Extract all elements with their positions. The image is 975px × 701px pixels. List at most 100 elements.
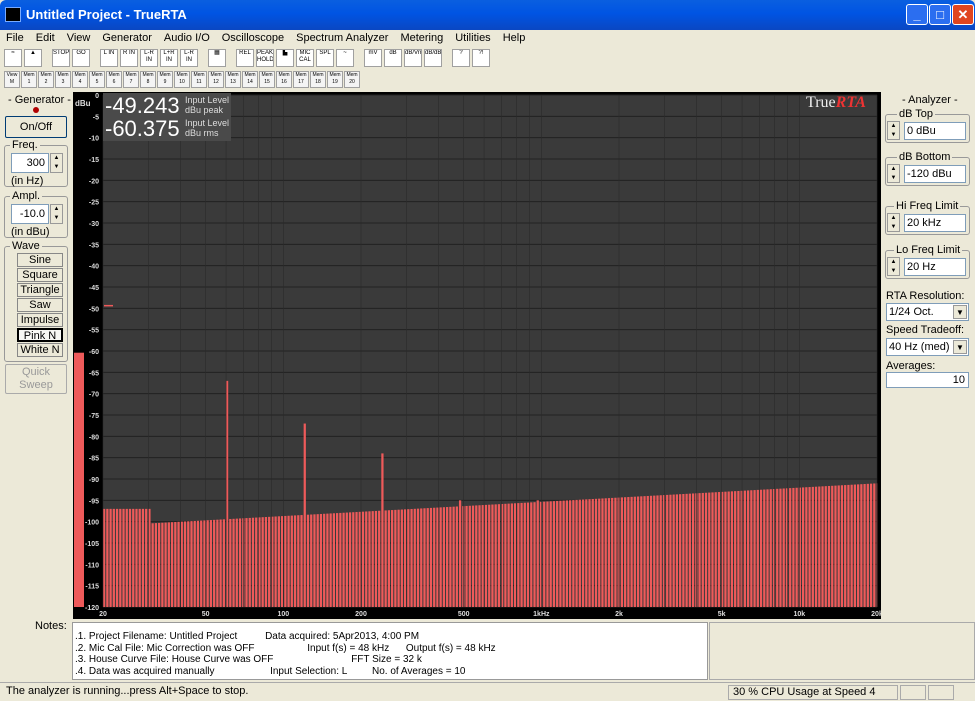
- close-button[interactable]: ✕: [952, 4, 974, 25]
- memory-button[interactable]: Mem 12: [208, 71, 224, 88]
- memory-button[interactable]: Mem 11: [191, 71, 207, 88]
- menu-view[interactable]: View: [61, 30, 97, 48]
- toolbar-button[interactable]: PEAK HOLD: [256, 49, 274, 67]
- x-tick-label: 200: [355, 611, 367, 618]
- spectrum-bar: [782, 488, 785, 607]
- quick-sweep-button[interactable]: Quick Sweep: [5, 364, 67, 394]
- toolbar-button[interactable]: L-R IN: [180, 49, 198, 67]
- toolbar-button[interactable]: ?!: [472, 49, 490, 67]
- memory-button[interactable]: Mem 20: [344, 71, 360, 88]
- wave-impulse-button[interactable]: Impulse: [17, 313, 63, 327]
- chevron-down-icon[interactable]: ▼: [953, 340, 967, 354]
- wave-triangle-button[interactable]: Triangle: [17, 283, 63, 297]
- speed-tradeoff-select[interactable]: 40 Hz (med) ▼: [886, 338, 969, 356]
- toolbar-button[interactable]: R IN: [120, 49, 138, 67]
- memory-button[interactable]: Mem 13: [225, 71, 241, 88]
- memory-button[interactable]: Mem 16: [276, 71, 292, 88]
- db-top-field[interactable]: 0 dBu: [904, 122, 966, 140]
- toolbar-button[interactable]: dB: [384, 49, 402, 67]
- toolbar-button[interactable]: L+R IN: [160, 49, 178, 67]
- wave-pink-noise-button[interactable]: Pink N: [17, 328, 63, 342]
- db-bottom-field[interactable]: -120 dBu: [904, 165, 966, 183]
- menu-file[interactable]: File: [0, 30, 30, 48]
- spectrum-bar: [737, 490, 740, 607]
- hi-freq-field[interactable]: 20 kHz: [904, 214, 966, 232]
- toolbar-button[interactable]: L IN: [100, 49, 118, 67]
- memory-button[interactable]: Mem 5: [89, 71, 105, 88]
- spectrum-bar: [611, 497, 614, 607]
- memory-button[interactable]: Mem 14: [242, 71, 258, 88]
- spectrum-bar: [342, 512, 345, 607]
- maximize-button[interactable]: □: [929, 4, 951, 25]
- memory-button[interactable]: Mem 7: [123, 71, 139, 88]
- toolbar-button[interactable]: ▦: [208, 49, 226, 67]
- spectrum-bar: [484, 504, 488, 607]
- toolbar-button[interactable]: REL: [236, 49, 254, 67]
- memory-button[interactable]: Mem 15: [259, 71, 275, 88]
- menu-audio-io[interactable]: Audio I/O: [158, 30, 216, 48]
- toolbar-button[interactable]: mV: [364, 49, 382, 67]
- spectrum-bar: [358, 511, 361, 607]
- toolbar-button[interactable]: GO: [72, 49, 90, 67]
- ampl-input[interactable]: -10.0: [11, 204, 49, 224]
- wave-sine-button[interactable]: Sine: [17, 253, 63, 267]
- toolbar-button[interactable]: SPL: [316, 49, 334, 67]
- spectrum-bar: [446, 507, 449, 607]
- toolbar-button[interactable]: dB/Vrms: [404, 49, 422, 67]
- minimize-button[interactable]: _: [906, 4, 928, 25]
- ampl-spinner[interactable]: ▲ ▼: [50, 204, 63, 224]
- toolbar-button[interactable]: ≈: [4, 49, 22, 67]
- spectrum-bar: [594, 498, 598, 607]
- averages-field[interactable]: 10: [886, 372, 969, 388]
- db-top-spinner[interactable]: ▲ ▼: [887, 121, 900, 140]
- menu-utilities[interactable]: Utilities: [449, 30, 496, 48]
- chevron-down-icon[interactable]: ▼: [953, 305, 967, 319]
- menu-oscilloscope[interactable]: Oscilloscope: [216, 30, 290, 48]
- menu-generator[interactable]: Generator: [96, 30, 158, 48]
- memory-button[interactable]: View M: [4, 71, 20, 88]
- spectrum-bar: [433, 507, 436, 607]
- memory-button[interactable]: Mem 17: [293, 71, 309, 88]
- memory-button[interactable]: Mem 19: [327, 71, 343, 88]
- wave-saw-button[interactable]: Saw: [17, 298, 63, 312]
- toolbar-button[interactable]: ~: [336, 49, 354, 67]
- db-bottom-spinner[interactable]: ▲ ▼: [887, 164, 900, 183]
- lo-freq-label: Lo Freq Limit: [894, 244, 963, 256]
- memory-button[interactable]: Mem 10: [174, 71, 190, 88]
- memory-button[interactable]: Mem 1: [21, 71, 37, 88]
- menu-edit[interactable]: Edit: [30, 30, 61, 48]
- memory-button[interactable]: Mem 8: [140, 71, 156, 88]
- toolbar-button[interactable]: ▙: [276, 49, 294, 67]
- freq-input[interactable]: 300: [11, 153, 49, 173]
- wave-white-noise-button[interactable]: White N: [17, 343, 63, 357]
- rta-resolution-select[interactable]: 1/24 Oct. ▼: [886, 303, 969, 321]
- y-tick-label: -50: [89, 306, 99, 313]
- toolbar-button[interactable]: ▲: [24, 49, 42, 67]
- memory-button[interactable]: Mem 3: [55, 71, 71, 88]
- toolbar-button[interactable]: STOP: [52, 49, 70, 67]
- generator-onoff-button[interactable]: On/Off: [5, 116, 67, 138]
- spectrum-bar: [536, 500, 539, 607]
- notes-line-4: .4. Data was acquired manually Input Sel…: [75, 665, 466, 677]
- toolbar-button[interactable]: dB/dB: [424, 49, 442, 67]
- toolbar-button[interactable]: ?: [452, 49, 470, 67]
- x-tick-label: 2k: [615, 611, 623, 618]
- memory-button[interactable]: Mem 9: [157, 71, 173, 88]
- menu-spectrum-analyzer[interactable]: Spectrum Analyzer: [290, 30, 394, 48]
- hi-freq-spinner[interactable]: ▲ ▼: [887, 213, 900, 232]
- toolbar-button[interactable]: L-R IN: [140, 49, 158, 67]
- wave-square-button[interactable]: Square: [17, 268, 63, 282]
- notes-box[interactable]: .1. Project Filename: Untitled Project D…: [72, 622, 708, 680]
- memory-button[interactable]: Mem 2: [38, 71, 54, 88]
- lo-freq-field[interactable]: 20 Hz: [904, 258, 966, 276]
- spectrum-bar: [481, 505, 484, 607]
- memory-button[interactable]: Mem 18: [310, 71, 326, 88]
- memory-button[interactable]: Mem 4: [72, 71, 88, 88]
- freq-spinner[interactable]: ▲ ▼: [50, 153, 63, 173]
- lo-freq-spinner[interactable]: ▲ ▼: [887, 257, 900, 276]
- menu-help[interactable]: Help: [497, 30, 532, 48]
- memory-button[interactable]: Mem 6: [106, 71, 122, 88]
- spectrum-bar: [258, 517, 261, 607]
- menu-metering[interactable]: Metering: [394, 30, 449, 48]
- toolbar-button[interactable]: MIC CAL: [296, 49, 314, 67]
